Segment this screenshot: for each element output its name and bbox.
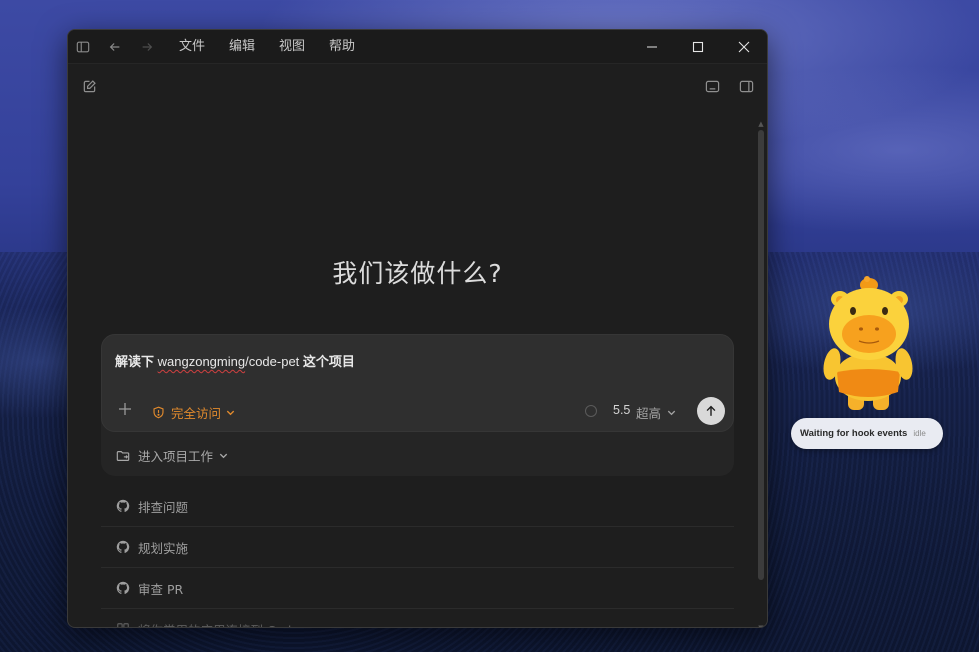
- suggestion-item[interactable]: 将你常用的应用连接到 Codex: [101, 609, 734, 628]
- composer[interactable]: 解读下 wangzongming/code-pet 这个项目 完全访问 5.5 …: [101, 334, 734, 432]
- menu-view[interactable]: 视图: [267, 30, 317, 64]
- prompt-suffix: 这个项目: [302, 354, 355, 369]
- close-button[interactable]: [721, 30, 767, 64]
- chevron-down-icon: [226, 410, 235, 416]
- scroll-up-icon[interactable]: ▲: [757, 120, 765, 128]
- project-selector[interactable]: 进入项目工作: [116, 446, 229, 465]
- suggestion-label: 审查 PR: [138, 581, 184, 597]
- menu-file[interactable]: 文件: [167, 30, 217, 64]
- pet-status-message: Waiting for hook events: [800, 428, 908, 439]
- shield-alert-icon: [153, 406, 164, 419]
- suggestion-item[interactable]: 排查问题: [101, 486, 734, 527]
- window-controls: [629, 30, 767, 64]
- arrow-up-icon: [706, 405, 716, 416]
- menu-edit[interactable]: 编辑: [217, 30, 267, 64]
- suggestion-item[interactable]: 审查 PR: [101, 568, 734, 609]
- access-mode-label: 完全访问: [171, 406, 222, 421]
- github-icon: [116, 540, 130, 553]
- page-title: 我们该做什么?: [332, 259, 503, 288]
- access-mode-dropdown[interactable]: 完全访问: [152, 403, 236, 422]
- pet-status-bubble: Waiting for hook events idle: [791, 418, 943, 449]
- chevron-down-icon: [219, 453, 228, 459]
- app-window: 文件 编辑 视图 帮助 ▲ ▼ 我们该做什么? 解读下 wangzongming…: [67, 29, 768, 628]
- scroll-thumb[interactable]: [758, 130, 764, 580]
- context-usage-ring[interactable]: [585, 405, 597, 417]
- suggestion-item[interactable]: 规划实施: [101, 527, 734, 568]
- apps-icon: [117, 623, 129, 627]
- scrollbar[interactable]: ▲ ▼: [757, 120, 765, 627]
- minimize-button[interactable]: [629, 30, 675, 64]
- reasoning-effort-label: 超高: [636, 406, 662, 421]
- project-selector-label: 进入项目工作: [138, 449, 214, 464]
- desktop-pet-character[interactable]: [815, 272, 920, 417]
- add-attachment-icon[interactable]: [117, 401, 133, 417]
- github-icon: [116, 499, 130, 512]
- send-button[interactable]: [697, 397, 725, 425]
- prompt-repo-user: wangzongming: [157, 354, 246, 369]
- back-arrow-icon[interactable]: [99, 30, 131, 64]
- menu-help[interactable]: 帮助: [317, 30, 367, 64]
- titlebar: 文件 编辑 视图 帮助: [68, 30, 767, 64]
- new-chat-icon[interactable]: [79, 76, 99, 96]
- terminal-panel-icon[interactable]: [702, 76, 722, 96]
- maximize-button[interactable]: [675, 30, 721, 64]
- suggestion-label: 规划实施: [138, 540, 189, 556]
- suggestion-label: 将你常用的应用连接到 Codex: [138, 620, 306, 628]
- chevron-down-icon: [667, 410, 676, 416]
- menu-bar: 文件 编辑 视图 帮助: [167, 30, 367, 64]
- github-icon: [116, 581, 130, 594]
- suggestion-label: 排查问题: [138, 499, 189, 515]
- folder-icon: [116, 450, 130, 461]
- forward-arrow-icon[interactable]: [131, 30, 163, 64]
- prompt-prefix: 解读下: [115, 354, 155, 369]
- pet-status-state: idle: [913, 429, 926, 438]
- model-version[interactable]: 5.5: [613, 403, 630, 417]
- toolbar: [68, 64, 767, 110]
- reasoning-effort-dropdown[interactable]: 超高: [636, 403, 677, 422]
- composer-container: 解读下 wangzongming/code-pet 这个项目 完全访问 5.5 …: [101, 334, 734, 476]
- side-panel-icon[interactable]: [736, 76, 756, 96]
- sidebar-toggle-icon[interactable]: [68, 30, 99, 64]
- prompt-input[interactable]: 解读下 wangzongming/code-pet 这个项目: [115, 351, 355, 370]
- prompt-repo-rest: /code-pet: [245, 354, 300, 369]
- suggestion-list: 排查问题 规划实施 审查 PR 将你常用的应用连接到 Codex: [101, 486, 734, 628]
